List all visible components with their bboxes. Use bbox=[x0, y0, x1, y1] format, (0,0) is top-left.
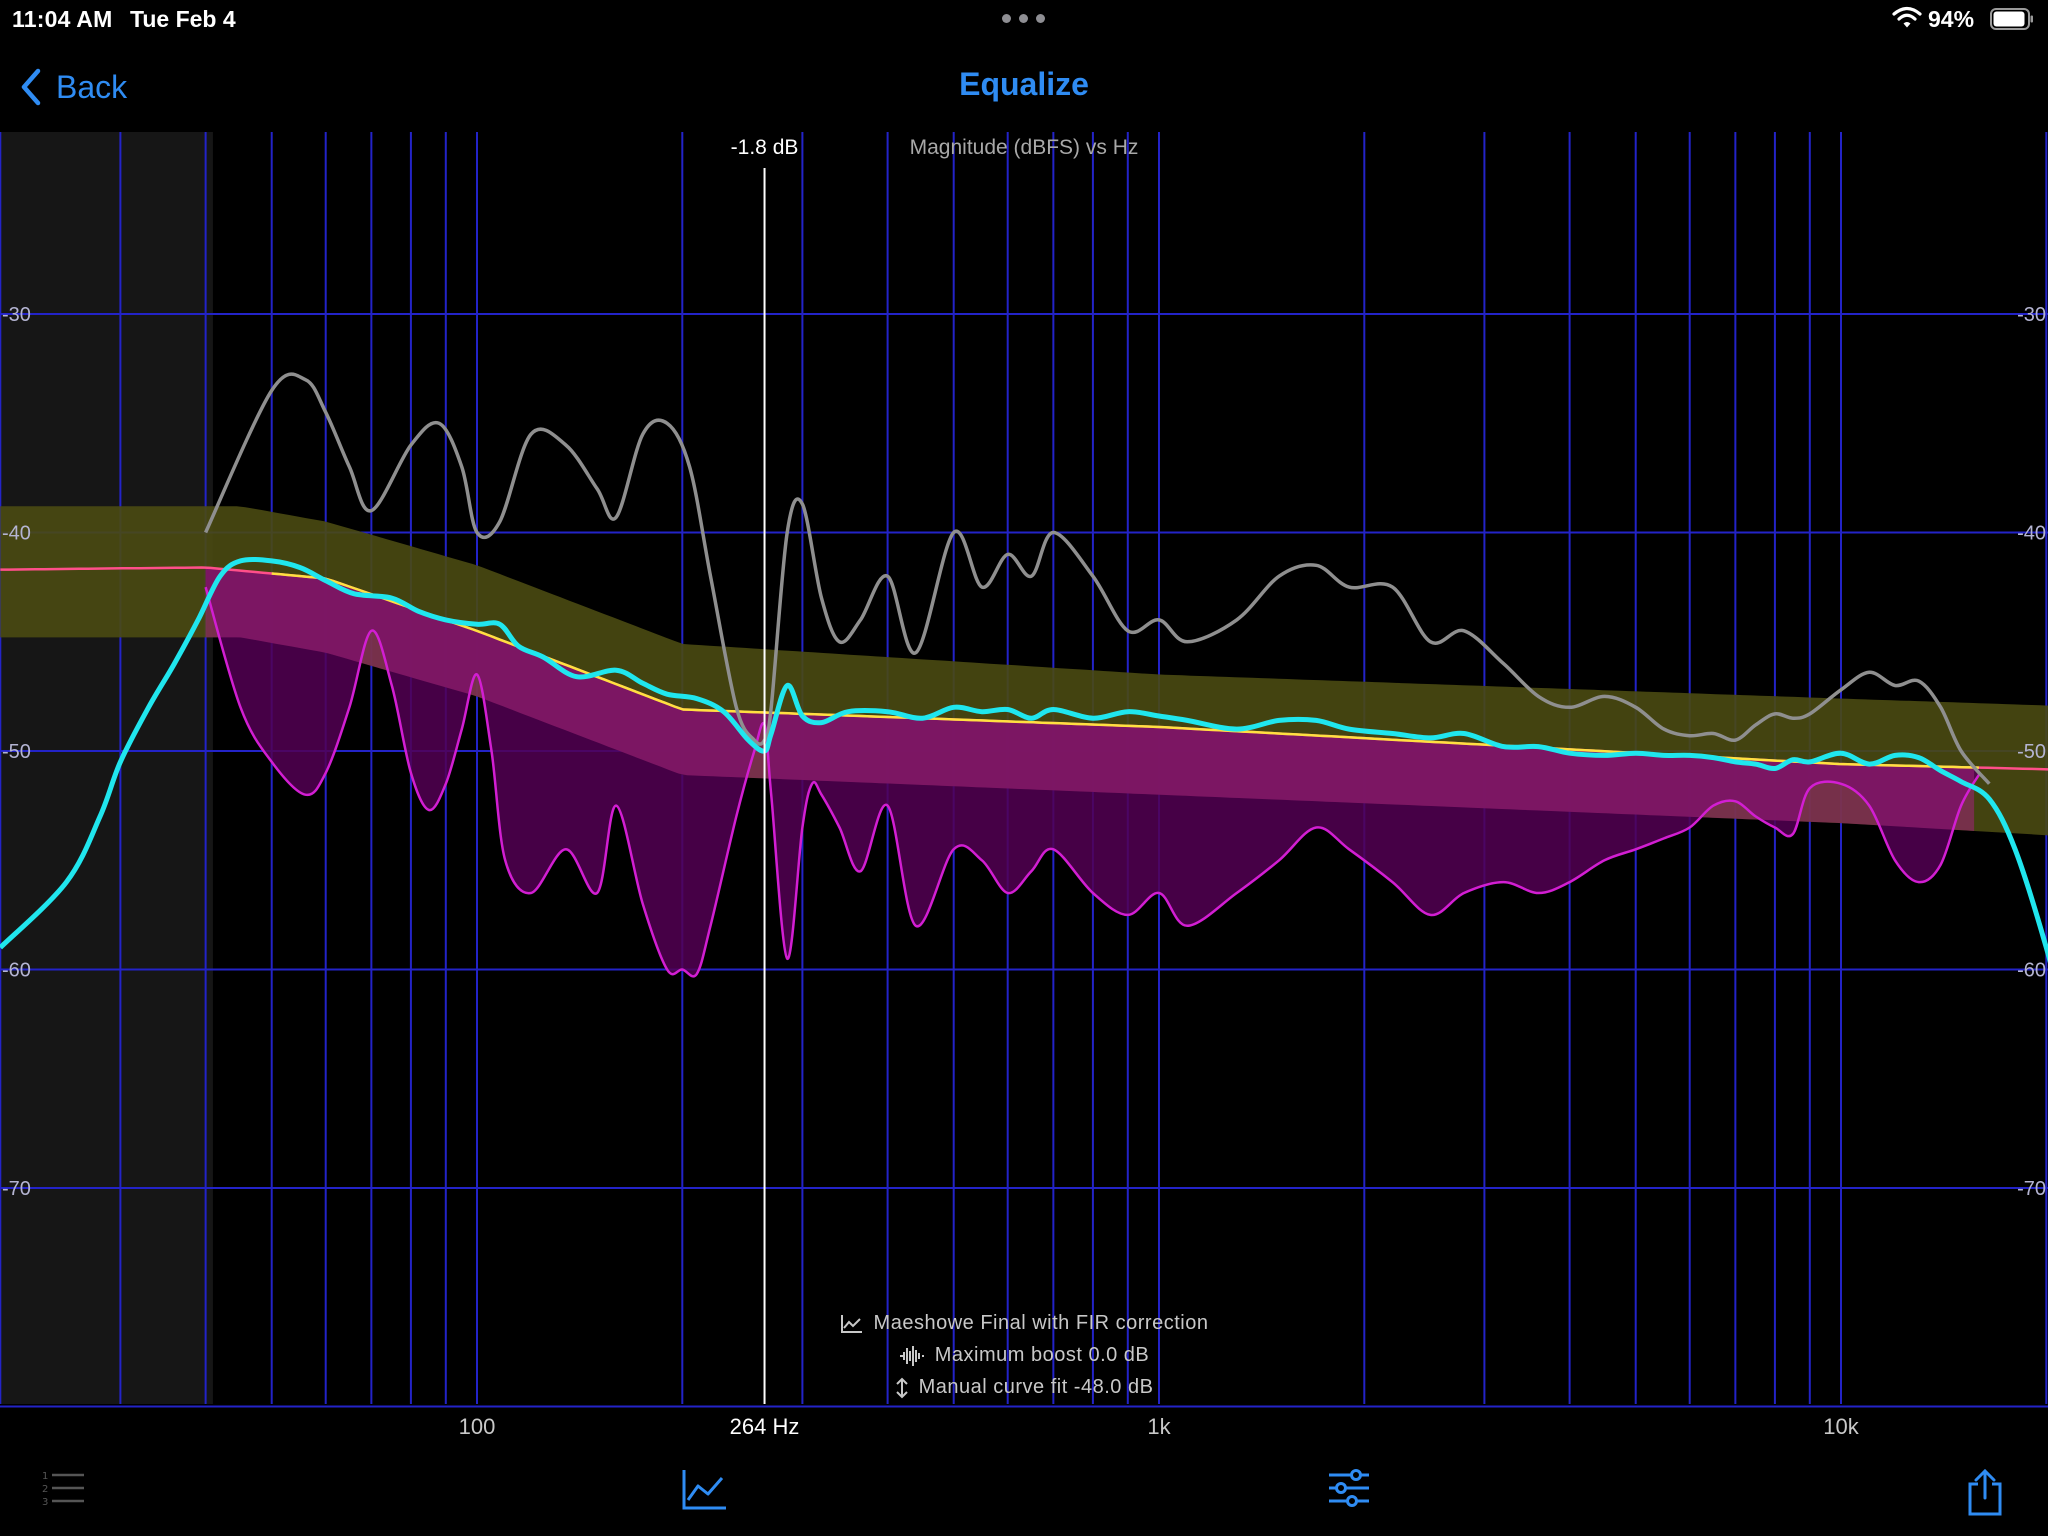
chart-title: Magnitude (dBFS) vs Hz bbox=[910, 136, 1139, 159]
status-date: Tue Feb 4 bbox=[130, 6, 236, 32]
x-tick-label: 1k bbox=[1147, 1414, 1171, 1439]
y-tick-label-left: -50 bbox=[2, 741, 31, 763]
y-tick-label-right: -30 bbox=[2017, 304, 2046, 326]
status-bar: 11:04 AM Tue Feb 4 94% bbox=[0, 0, 2048, 40]
sliders-icon[interactable] bbox=[1328, 1468, 1370, 1508]
y-tick-label-right: -60 bbox=[2017, 960, 2046, 982]
share-icon[interactable] bbox=[1966, 1468, 2004, 1516]
up-down-arrow-icon bbox=[895, 1377, 908, 1398]
x-tick-label: 10k bbox=[1823, 1414, 1859, 1439]
y-tick-label-right: -40 bbox=[2017, 523, 2046, 545]
y-tick-label-right: -50 bbox=[2017, 741, 2046, 763]
excluded-region bbox=[0, 132, 213, 1404]
legend-boost-row: Maximum boost 0.0 dB bbox=[0, 1344, 2048, 1367]
y-tick-label-left: -70 bbox=[2, 1178, 31, 1200]
cursor-frequency-label: 264 Hz bbox=[730, 1414, 800, 1439]
tab-bar: 1 2 3 bbox=[0, 1440, 2048, 1536]
waveform-icon bbox=[899, 1345, 924, 1366]
list-icon[interactable]: 1 2 3 bbox=[42, 1468, 86, 1508]
y-tick-label-left: -40 bbox=[2, 523, 31, 545]
battery-percent: 94% bbox=[1928, 6, 1975, 32]
more-dots-icon[interactable] bbox=[1002, 14, 1046, 24]
svg-text:1: 1 bbox=[42, 1471, 48, 1482]
magnitude-chart[interactable]: -30 -30 -40 -40 -50 -50 -60 -60 -70 -70 100 1k 10k Ma… bbox=[0, 132, 2048, 1440]
battery-icon bbox=[1990, 8, 2033, 30]
status-time: 11:04 AM bbox=[12, 6, 113, 32]
line-chart-icon bbox=[840, 1314, 862, 1333]
cursor-value-label: -1.8 dB bbox=[731, 136, 799, 159]
chart-icon[interactable] bbox=[682, 1468, 728, 1510]
legend-measurement-row: Maeshowe Final with FIR correction bbox=[0, 1312, 2048, 1335]
y-tick-label-left: -30 bbox=[2, 304, 31, 326]
nav-bar: Back Equalize bbox=[0, 40, 2048, 132]
legend-measurement-name: Maeshowe Final with FIR correction bbox=[873, 1312, 1209, 1334]
y-tick-label-right: -70 bbox=[2017, 1178, 2046, 1200]
wifi-icon bbox=[1892, 6, 1922, 28]
legend-max-boost: Maximum boost 0.0 dB bbox=[934, 1344, 1150, 1366]
svg-text:3: 3 bbox=[42, 1497, 48, 1508]
page-title: Equalize bbox=[959, 66, 1089, 102]
chart-area[interactable]: -30 -30 -40 -40 -50 -50 -60 -60 -70 -70 100 1k 10k Ma… bbox=[0, 132, 2048, 1440]
svg-text:2: 2 bbox=[42, 1484, 48, 1495]
y-tick-label-left: -60 bbox=[2, 960, 31, 982]
legend-curve-fit-row: Manual curve fit -48.0 dB bbox=[0, 1376, 2048, 1399]
legend-curve-fit: Manual curve fit -48.0 dB bbox=[918, 1376, 1154, 1398]
x-tick-label: 100 bbox=[459, 1414, 496, 1439]
